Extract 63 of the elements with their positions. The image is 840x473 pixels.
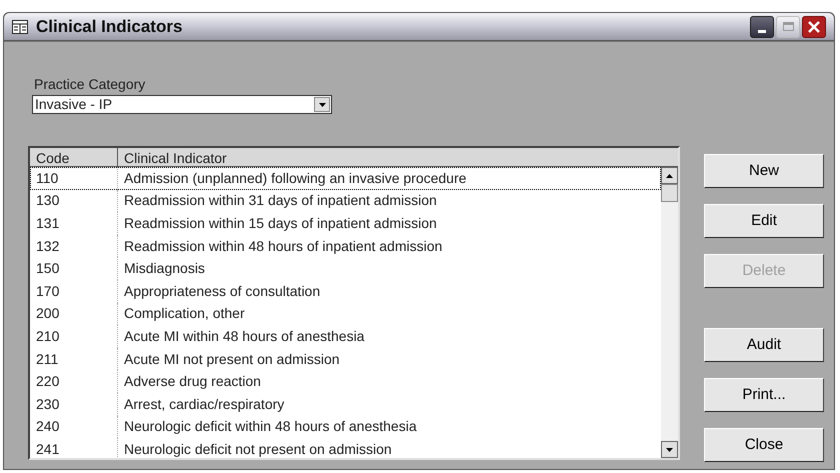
- code-cell: 170: [30, 280, 118, 303]
- code-cell: 130: [30, 190, 118, 212]
- close-icon: [808, 20, 820, 32]
- list-row[interactable]: 241 Neurologic deficit not present on admission: [30, 438, 661, 458]
- list-row[interactable]: 110 Admission (unplanned) following an invasive procedure: [30, 167, 661, 190]
- column-header[interactable]: Clinical Indicator: [118, 148, 678, 166]
- dialog-button[interactable]: New: [704, 154, 824, 188]
- indicator-cell-text: Readmission within 31 days of inpatient admission: [123, 191, 438, 210]
- dialog-button[interactable]: Audit: [704, 328, 824, 362]
- form-icon: [12, 20, 28, 34]
- indicator-cell-text: Acute MI not present on admission: [123, 350, 341, 369]
- indicator-cell-text: Admission (unplanned) following an invasive procedure: [123, 168, 468, 188]
- code-cell: 241: [30, 438, 118, 458]
- caret-icon: [318, 102, 326, 106]
- code-cell: 230: [30, 392, 118, 416]
- list-row[interactable]: 210 Acute MI within 48 hours of anesthesia: [30, 325, 661, 348]
- list-row[interactable]: 240 Neurologic deficit within 48 hours of anesthesia: [30, 416, 661, 438]
- list-row[interactable]: 211 Acute MI not present on admission: [30, 348, 661, 370]
- vertical-scrollbar[interactable]: [661, 167, 678, 458]
- code-cell: 150: [30, 257, 118, 280]
- indicator-cell-text: Neurologic deficit within 48 hours of anesthesia: [123, 417, 418, 436]
- list-row[interactable]: 200 Complication, other: [30, 302, 661, 326]
- dropdown-button[interactable]: [314, 97, 330, 112]
- list-row[interactable]: 230 Arrest, cardiac/respiratory: [30, 392, 661, 416]
- code-cell: 110: [30, 167, 118, 190]
- code-cell: 211: [30, 348, 118, 370]
- field-label: Practice Category: [34, 75, 146, 94]
- maximize-icon: [782, 22, 794, 31]
- indicator-cell-text: Neurologic deficit not present on admission: [123, 440, 393, 458]
- dialog-button[interactable]: Print...: [704, 378, 824, 412]
- down-arrow-icon: [666, 448, 673, 452]
- list-row[interactable]: 132 Readmission within 48 hours of inpatient admission: [30, 234, 661, 258]
- minimize-button[interactable]: [750, 16, 774, 38]
- list-row[interactable]: 130 Readmission within 31 days of inpatient admission: [30, 190, 661, 212]
- list-row[interactable]: 131 Readmission within 15 days of inpatient admission: [30, 212, 661, 235]
- indicator-cell-text: Readmission within 15 days of inpatient admission: [123, 214, 438, 233]
- dialog-button[interactable]: Edit: [704, 204, 824, 238]
- list-row[interactable]: 220 Adverse drug reaction: [30, 370, 661, 393]
- scroll-thumb[interactable]: [661, 184, 678, 202]
- indicator-cell-text: Appropriateness of consultation: [123, 282, 322, 301]
- indicator-cell-text: Readmission within 48 hours of inpatient admission: [123, 236, 444, 256]
- code-cell: 200: [30, 302, 118, 326]
- code-cell: 210: [30, 325, 118, 348]
- code-cell: 131: [30, 212, 118, 235]
- close-button[interactable]: [802, 16, 826, 38]
- code-cell: 240: [30, 416, 118, 438]
- indicator-cell-text: Complication, other: [123, 304, 246, 324]
- up-arrow-icon: [666, 174, 673, 178]
- category-dropdown[interactable]: Invasive - IP: [32, 95, 332, 114]
- window-title: Clinical Indicators: [36, 16, 182, 38]
- code-cell: 220: [30, 370, 118, 393]
- code-cell: 132: [30, 234, 118, 258]
- column-header[interactable]: Code: [30, 148, 118, 166]
- indicator-cell-text: Arrest, cardiac/respiratory: [123, 394, 286, 414]
- list-row[interactable]: 150 Misdiagnosis: [30, 257, 661, 280]
- list-row[interactable]: 170 Appropriateness of consultation: [30, 280, 661, 303]
- indicator-cell-text: Acute MI within 48 hours of anesthesia: [123, 326, 366, 346]
- minimize-icon: [758, 30, 766, 32]
- indicator-cell-text: Misdiagnosis: [123, 259, 206, 278]
- scroll-down-button[interactable]: [661, 441, 678, 458]
- scroll-up-button[interactable]: [661, 167, 678, 184]
- indicator-cell-text: Adverse drug reaction: [123, 372, 262, 392]
- dialog-button[interactable]: Close: [704, 428, 824, 462]
